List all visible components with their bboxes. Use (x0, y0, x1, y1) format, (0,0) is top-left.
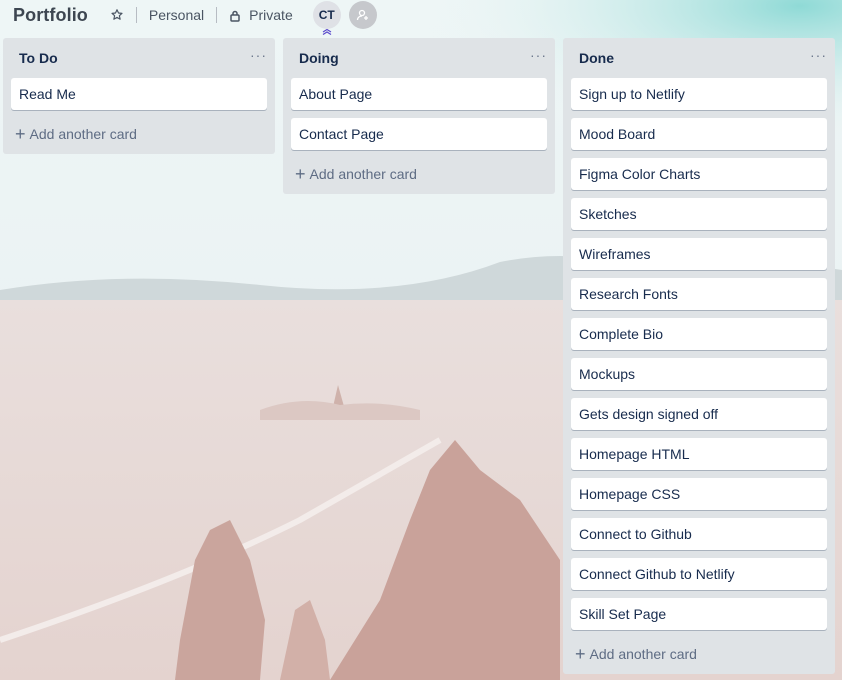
card[interactable]: Mockups (571, 358, 827, 390)
list-title[interactable]: To Do (19, 50, 58, 66)
card-list: Sign up to Netlify Mood Board Figma Colo… (563, 78, 835, 630)
header-divider (135, 7, 137, 23)
board-title[interactable]: Portfolio (13, 5, 88, 26)
card[interactable]: About Page (291, 78, 547, 110)
list-title[interactable]: Doing (299, 50, 339, 66)
privacy-label: Private (249, 7, 293, 23)
add-card-button[interactable]: + Add another card (283, 158, 555, 190)
list-doing: Doing ··· About Page Contact Page + Add … (283, 38, 555, 194)
list-done: Done ··· Sign up to Netlify Mood Board F… (563, 38, 835, 674)
card[interactable]: Research Fonts (571, 278, 827, 310)
team-visibility-button[interactable]: Personal (149, 7, 204, 23)
card[interactable]: Sign up to Netlify (571, 78, 827, 110)
list-menu-button[interactable]: ··· (530, 47, 547, 69)
list-header: To Do ··· (3, 38, 275, 78)
privacy-button[interactable]: Private (229, 7, 293, 23)
card[interactable]: Read Me (11, 78, 267, 110)
avatar-initials: CT (318, 8, 335, 22)
add-card-button[interactable]: + Add another card (563, 638, 835, 670)
card[interactable]: Complete Bio (571, 318, 827, 350)
add-card-button[interactable]: + Add another card (3, 118, 275, 150)
list-menu-button[interactable]: ··· (250, 47, 267, 69)
list-title[interactable]: Done (579, 50, 614, 66)
card[interactable]: Connect to Github (571, 518, 827, 550)
card-list: Read Me (3, 78, 275, 110)
star-icon[interactable] (110, 8, 124, 22)
lock-icon (229, 9, 241, 22)
card[interactable]: Homepage CSS (571, 478, 827, 510)
card[interactable]: Homepage HTML (571, 438, 827, 470)
plus-icon: + (575, 644, 586, 664)
card[interactable]: Gets design signed off (571, 398, 827, 430)
card[interactable]: Figma Color Charts (571, 158, 827, 190)
plus-icon: + (15, 124, 26, 144)
board-header: Portfolio Personal Private CT (0, 0, 842, 36)
admin-chevron-icon (322, 24, 332, 36)
header-divider (216, 7, 218, 23)
add-card-label: Add another card (309, 166, 417, 182)
card[interactable]: Sketches (571, 198, 827, 230)
card[interactable]: Mood Board (571, 118, 827, 150)
list-menu-button[interactable]: ··· (810, 47, 827, 69)
add-card-label: Add another card (589, 646, 697, 662)
avatar[interactable]: CT (312, 1, 341, 36)
add-card-label: Add another card (29, 126, 137, 142)
card[interactable]: Contact Page (291, 118, 547, 150)
list-header: Doing ··· (283, 38, 555, 78)
list-header: Done ··· (563, 38, 835, 78)
list-to-do: To Do ··· Read Me + Add another card (3, 38, 275, 154)
card[interactable]: Connect Github to Netlify (571, 558, 827, 590)
plus-icon: + (295, 164, 306, 184)
card[interactable]: Wireframes (571, 238, 827, 270)
card[interactable]: Skill Set Page (571, 598, 827, 630)
card-list: About Page Contact Page (283, 78, 555, 150)
add-member-icon[interactable] (348, 1, 377, 29)
